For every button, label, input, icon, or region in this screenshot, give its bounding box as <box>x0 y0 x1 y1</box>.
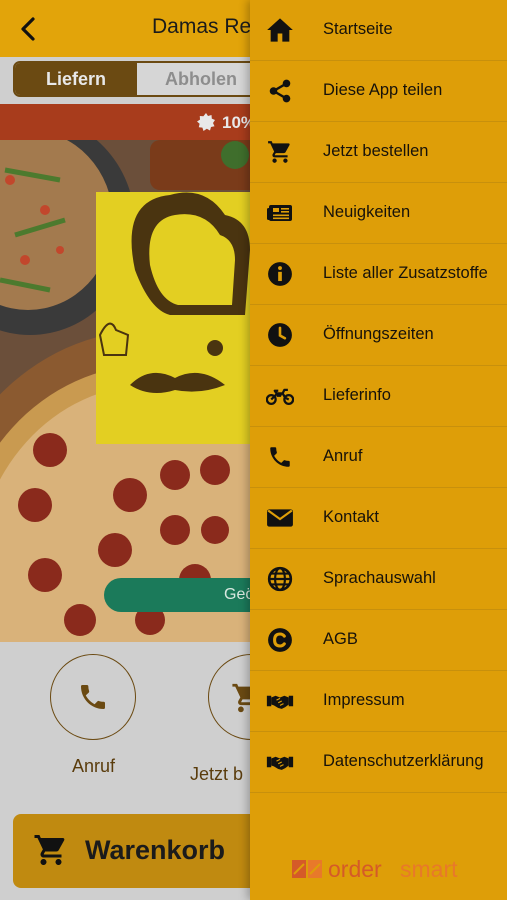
menu-label: Sprachauswahl <box>323 569 436 587</box>
menu-item-terms[interactable]: AGB <box>250 610 507 671</box>
menu-item-call[interactable]: Anruf <box>250 427 507 488</box>
menu-item-additives[interactable]: Liste aller Zusatzstoffe <box>250 244 507 305</box>
handshake-icon <box>266 695 294 709</box>
info-icon <box>268 262 292 286</box>
news-icon <box>267 205 292 221</box>
menu-label: Startseite <box>323 20 393 38</box>
menu-label: Neuigkeiten <box>323 203 411 221</box>
menu-label: AGB <box>323 630 358 648</box>
menu-label: Impressum <box>323 691 405 709</box>
copyright-icon <box>268 628 292 652</box>
order-mode-toggle: Liefern Abholen <box>13 61 263 97</box>
cart-icon <box>34 835 65 865</box>
cart-icon <box>268 141 290 163</box>
phone-icon <box>270 447 290 467</box>
menu-item-contact[interactable]: Kontakt <box>250 488 507 549</box>
badge-icon <box>197 113 215 131</box>
phone-icon <box>81 685 105 709</box>
ordersmart-logo: order smart <box>290 856 460 884</box>
menu-item-privacy[interactable]: Datenschutzerklärung <box>250 732 507 793</box>
brand-text-smart: smart <box>400 856 458 882</box>
menu-label: Datenschutzerklärung <box>323 752 484 770</box>
menu-label: Kontakt <box>323 508 379 526</box>
menu-label: Diese App teilen <box>323 81 443 99</box>
page-title: Damas Res <box>152 15 262 38</box>
share-icon <box>269 79 291 103</box>
call-button[interactable] <box>50 654 136 740</box>
menu-item-home[interactable]: Startseite <box>250 0 507 61</box>
order-now-label: Jetzt b <box>190 764 244 784</box>
handshake-icon <box>266 756 294 770</box>
call-label: Anruf <box>72 756 116 776</box>
menu-label: Liste aller Zusatzstoffe <box>323 264 488 282</box>
menu-item-news[interactable]: Neuigkeiten <box>250 183 507 244</box>
tab-pickup[interactable]: Abholen <box>137 63 261 95</box>
menu-item-language[interactable]: Sprachauswahl <box>250 549 507 610</box>
menu-item-delivery-info[interactable]: Lieferinfo <box>250 366 507 427</box>
menu-label: Jetzt bestellen <box>323 142 429 160</box>
mail-icon <box>267 509 293 527</box>
menu-item-imprint[interactable]: Impressum <box>250 671 507 732</box>
cart-button[interactable]: Warenkorb <box>13 814 283 888</box>
chevron-left-icon[interactable] <box>14 14 44 44</box>
menu-label: Lieferinfo <box>323 386 391 404</box>
menu-label: Öffnungszeiten <box>323 325 434 343</box>
menu-item-share[interactable]: Diese App teilen <box>250 61 507 122</box>
side-drawer-menu: Startseite Diese App teilen Jetzt bestel… <box>250 0 507 900</box>
clock-icon <box>268 323 292 347</box>
menu-item-opening-hours[interactable]: Öffnungszeiten <box>250 305 507 366</box>
ordersmart-logo-icon <box>292 860 322 878</box>
globe-icon <box>267 566 293 592</box>
home-icon <box>267 18 293 42</box>
brand-text-order: order <box>328 856 382 882</box>
menu-item-order-now[interactable]: Jetzt bestellen <box>250 122 507 183</box>
cart-label: Warenkorb <box>85 835 226 865</box>
tab-deliver[interactable]: Liefern <box>15 63 137 95</box>
motorcycle-icon <box>266 388 294 406</box>
menu-label: Anruf <box>323 447 363 465</box>
